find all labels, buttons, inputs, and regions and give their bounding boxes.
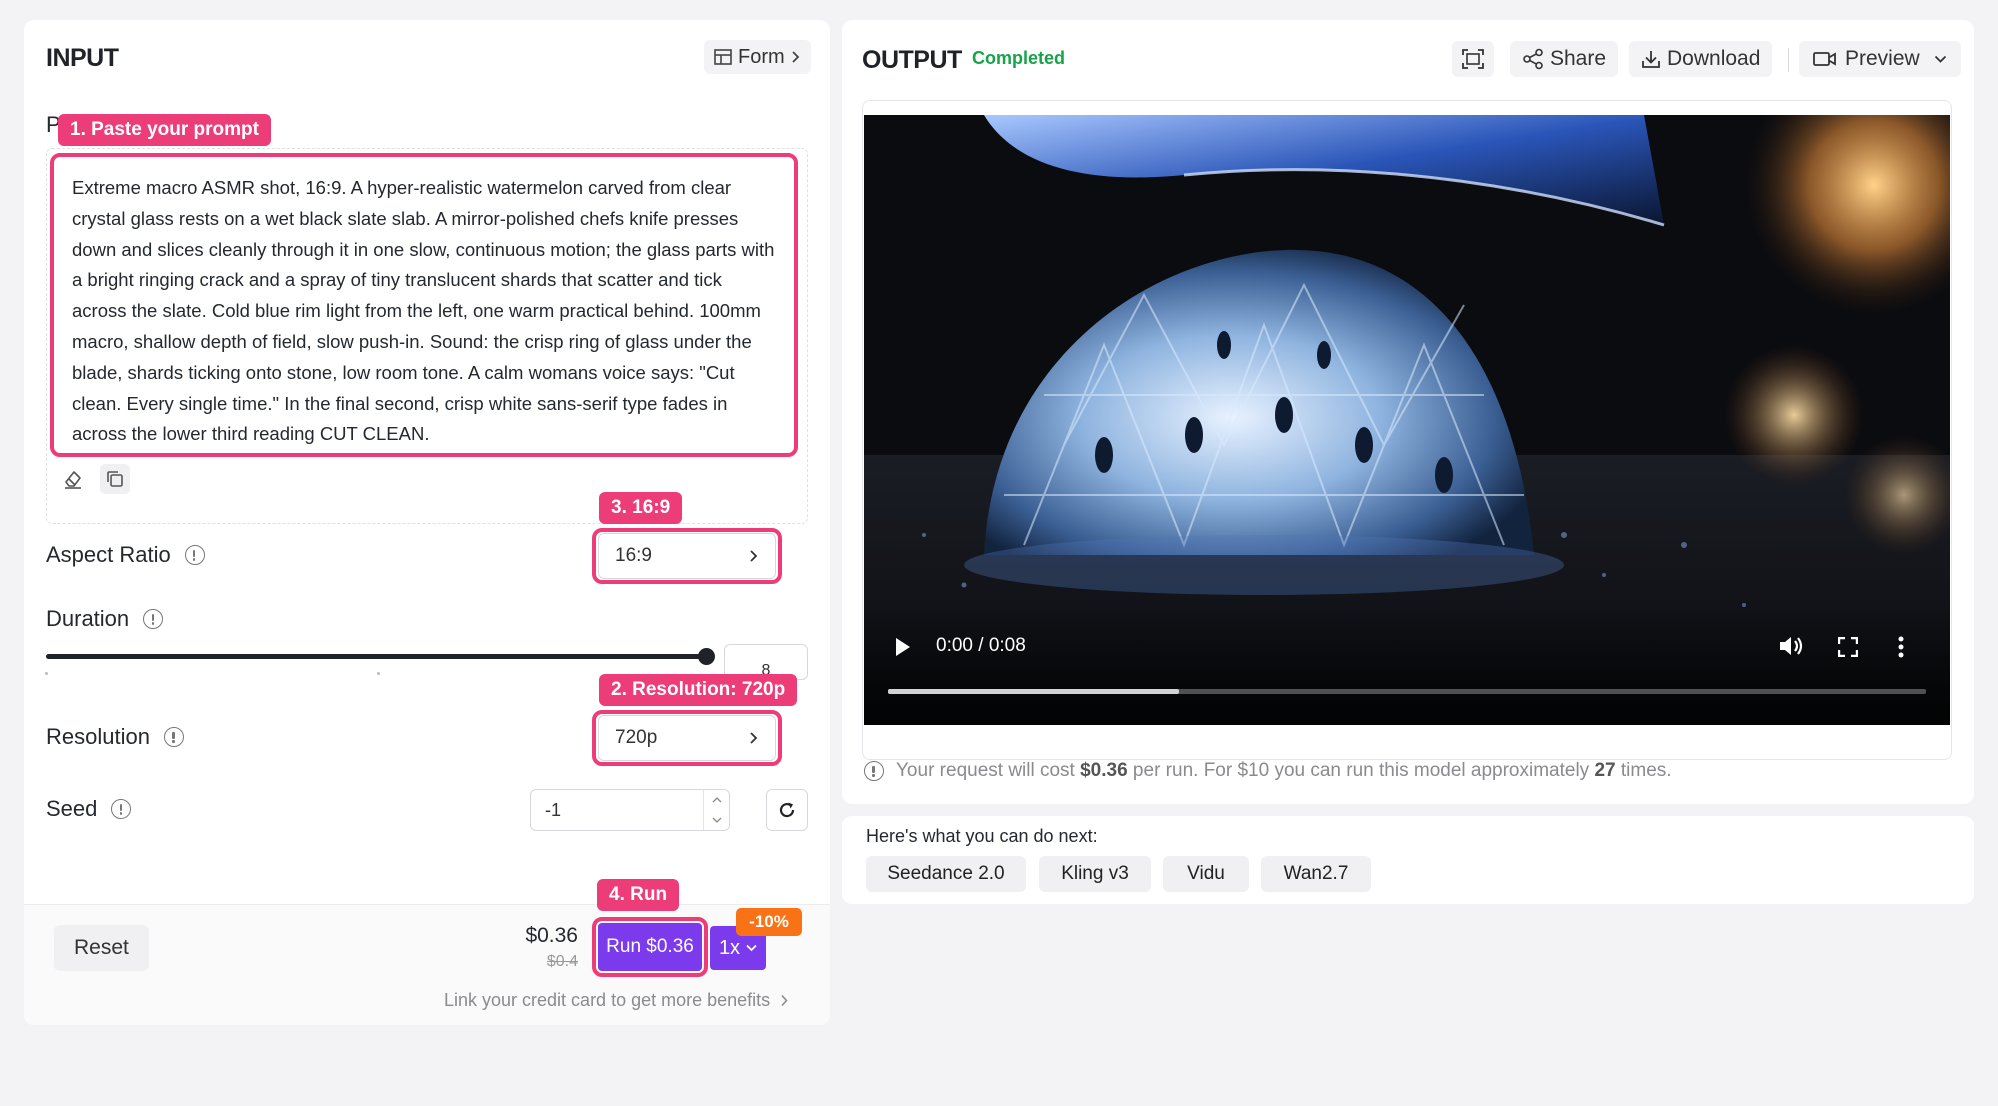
refresh-icon (779, 802, 795, 818)
annotation-resolution: 2. Resolution: 720p (599, 674, 798, 706)
video-time: 0:00 / 0:08 (936, 635, 1026, 656)
input-panel: INPUT Form P 1. Paste your prompt Extrem… (24, 20, 830, 1025)
slider-tick (45, 672, 48, 675)
next-steps-heading: Here's what you can do next: (866, 826, 1098, 846)
duration-slider-thumb[interactable] (698, 648, 715, 665)
cost-prefix: Your request will cost (896, 760, 1081, 781)
expand-icon (1462, 49, 1484, 69)
multiplier-value: 1x (718, 936, 741, 959)
credit-card-link-text: Link your credit card to get more benefi… (444, 990, 771, 1010)
video-player[interactable]: 0:00 / 0:08 (864, 115, 1950, 725)
chevron-down-icon (1934, 55, 1946, 63)
chevron-right-icon (781, 994, 788, 1007)
cost-text: Your request will cost $0.36 per run. Fo… (896, 760, 1672, 782)
price-original: $0.4 (546, 953, 578, 970)
share-icon (1523, 48, 1543, 70)
run-label: Run $0.36 (606, 936, 694, 957)
cost-info: Your request will cost $0.36 per run. Fo… (864, 760, 1672, 782)
form-icon (714, 49, 732, 65)
preview-select[interactable]: Preview (1799, 41, 1961, 77)
share-button[interactable]: Share (1510, 41, 1619, 77)
copy-icon[interactable] (100, 464, 130, 494)
info-icon (864, 761, 884, 781)
seed-label: Seed (46, 796, 132, 822)
credit-card-link[interactable]: Link your credit card to get more benefi… (444, 990, 789, 1011)
divider (1788, 48, 1789, 72)
more-options-icon[interactable] (1898, 636, 1904, 658)
reset-label: Reset (74, 936, 129, 959)
duration-slider-fill (46, 654, 706, 659)
discount-badge: -10% (736, 908, 802, 936)
randomize-seed-button[interactable] (766, 789, 808, 831)
volume-icon[interactable] (1778, 635, 1804, 657)
chevron-down-icon[interactable] (712, 817, 722, 823)
resolution-select[interactable]: 720p (598, 715, 776, 761)
price: $0.36 (525, 924, 578, 947)
video-camera-icon (1813, 52, 1836, 66)
duration-slider-track[interactable] (46, 648, 715, 665)
cost-middle: per run. For $10 you can run this model … (1127, 760, 1595, 781)
resolution-label-text: Resolution (46, 724, 150, 749)
aspect-ratio-label-text: Aspect Ratio (46, 542, 171, 567)
preview-label: Preview (1845, 47, 1920, 70)
download-icon (1642, 51, 1660, 68)
seed-input[interactable]: -1 (530, 789, 730, 831)
reset-button[interactable]: Reset (54, 925, 149, 971)
info-icon[interactable] (143, 609, 164, 629)
info-icon[interactable] (111, 799, 132, 819)
info-icon[interactable] (163, 727, 184, 747)
output-panel: OUTPUT Completed Share Download Preview (842, 20, 1974, 804)
aspect-ratio-value: 16:9 (615, 545, 652, 566)
chevron-right-icon (792, 51, 799, 63)
prompt-textarea[interactable]: Extreme macro ASMR shot, 16:9. A hyper-r… (72, 173, 780, 450)
video-progress-fill (888, 689, 1179, 694)
model-chip-wan[interactable]: Wan2.7 (1261, 856, 1371, 892)
annotation-run: 4. Run (597, 879, 680, 911)
aspect-ratio-select[interactable]: 16:9 (598, 533, 776, 579)
model-chip-vidu[interactable]: Vidu (1163, 856, 1249, 892)
status-badge: Completed (972, 48, 1066, 68)
seed-stepper[interactable] (703, 790, 729, 830)
fullscreen-button[interactable] (1452, 41, 1494, 77)
resolution-value: 720p (615, 727, 658, 748)
cost-value: $0.36 (1080, 760, 1128, 781)
video-progress-track[interactable] (888, 689, 1926, 694)
form-view-label: Form (738, 45, 785, 68)
model-chip-seedance[interactable]: Seedance 2.0 (866, 856, 1026, 892)
chevron-up-icon[interactable] (712, 797, 722, 803)
fullscreen-icon[interactable] (1838, 637, 1858, 657)
form-view-button[interactable]: Form (704, 40, 811, 74)
aspect-ratio-label: Aspect Ratio (46, 542, 205, 568)
cost-count: 27 (1594, 760, 1616, 781)
seed-value: -1 (545, 799, 562, 820)
duration-label-text: Duration (46, 606, 130, 631)
output-title: OUTPUT (862, 46, 962, 74)
annotation-paste-prompt: 1. Paste your prompt (58, 114, 271, 146)
duration-label: Duration (46, 606, 164, 632)
prompt-highlight: Extreme macro ASMR shot, 16:9. A hyper-r… (50, 153, 798, 457)
annotation-aspect-ratio: 3. 16:9 (599, 492, 683, 524)
chevron-down-icon (746, 944, 757, 952)
input-title: INPUT (46, 44, 119, 72)
cost-suffix: times. (1615, 760, 1672, 781)
slider-tick (377, 672, 380, 675)
seed-label-text: Seed (46, 796, 98, 821)
run-button[interactable]: Run $0.36 (598, 923, 702, 971)
next-steps-panel: Here's what you can do next: Seedance 2.… (842, 816, 1974, 904)
download-label: Download (1667, 47, 1761, 70)
model-chip-kling[interactable]: Kling v3 (1039, 856, 1151, 892)
video-controls-gradient (864, 605, 1950, 725)
chevron-right-icon (750, 732, 758, 744)
download-button[interactable]: Download (1629, 41, 1773, 77)
play-icon[interactable] (894, 637, 912, 657)
eraser-icon[interactable] (60, 466, 86, 492)
share-label: Share (1550, 47, 1607, 70)
resolution-label: Resolution (46, 724, 184, 750)
info-icon[interactable] (184, 545, 205, 565)
chevron-right-icon (750, 550, 758, 562)
